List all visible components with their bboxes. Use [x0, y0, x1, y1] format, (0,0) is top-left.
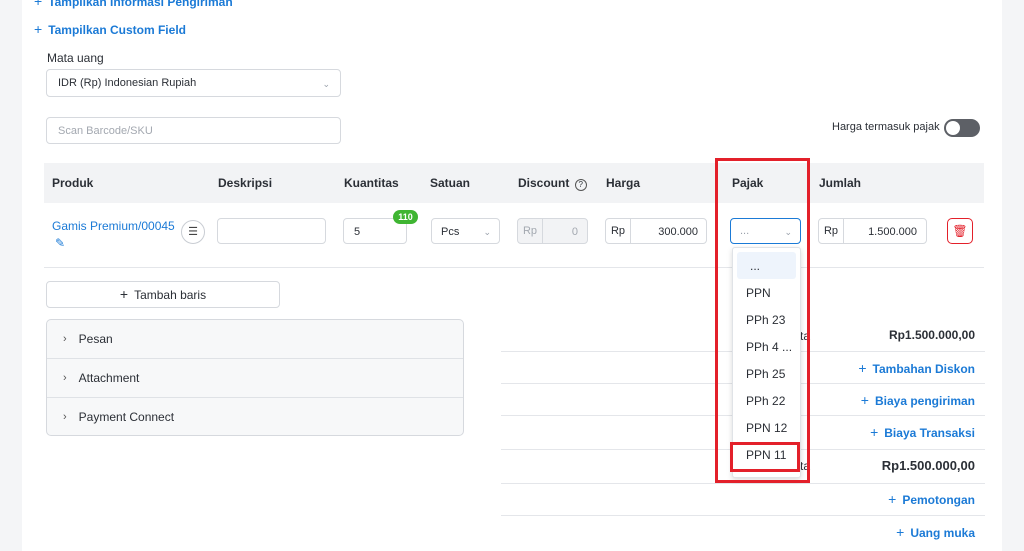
accordion-attachment[interactable]: › Attachment — [47, 359, 463, 398]
plus-icon: + — [119, 286, 129, 302]
chevron-right-icon: › — [63, 411, 67, 423]
tax-column-highlight — [715, 158, 810, 483]
total-value: Rp1.500.000,00 — [881, 458, 975, 473]
price-includes-tax-label: Harga termasuk pajak — [832, 121, 940, 133]
description-input[interactable] — [217, 218, 326, 244]
show-shipping-info-link[interactable]: + Tampilkan Informasi Pengiriman — [34, 0, 233, 9]
stock-badge: 110 — [393, 210, 418, 224]
plus-icon: + — [870, 424, 879, 440]
col-discount: Discount ? — [518, 176, 587, 191]
plus-icon: + — [896, 524, 905, 540]
shipping-cost-link[interactable]: + Biaya pengiriman — [861, 392, 975, 408]
product-link[interactable]: Gamis Premium/00045 — [52, 219, 175, 233]
price-currency-prefix: Rp — [606, 219, 631, 243]
col-description: Deskripsi — [218, 176, 273, 190]
chevron-right-icon: › — [63, 372, 67, 384]
col-amount: Jumlah — [819, 176, 862, 190]
accordion-pesan[interactable]: › Pesan — [47, 320, 463, 359]
col-quantity: Kuantitas — [344, 176, 399, 190]
chevron-down-icon: ⌄ — [483, 227, 491, 237]
unit-value: Pcs — [441, 226, 460, 238]
col-product: Produk — [52, 176, 94, 190]
transaction-cost-link[interactable]: + Biaya Transaksi — [870, 424, 975, 440]
row-divider — [44, 267, 984, 268]
discount-currency-prefix: Rp — [518, 219, 543, 243]
discount-value: 0 — [571, 226, 578, 238]
ppn11-highlight — [730, 442, 800, 472]
add-discount-link[interactable]: + Tambahan Diskon — [858, 360, 975, 376]
invoice-form-card: + Tampilkan Informasi Pengiriman + Tampilk… — [22, 0, 1002, 551]
plus-icon: + — [860, 392, 869, 408]
scan-barcode-input[interactable]: Scan Barcode/SKU — [46, 117, 341, 144]
plus-icon: + — [858, 360, 867, 376]
subtotal-value: Rp1.500.000,00 — [888, 328, 975, 342]
quantity-value: 5 — [354, 226, 361, 238]
amount-input[interactable]: Rp 1.500.000 — [818, 218, 927, 244]
show-custom-field-link[interactable]: + Tampilkan Custom Field — [34, 21, 186, 37]
currency-value: IDR (Rp) Indonesian Rupiah — [58, 77, 197, 89]
amount-value: 1.500.000 — [868, 226, 917, 238]
discount-input[interactable]: Rp 0 — [517, 218, 588, 244]
add-row-button[interactable]: + Tambah baris — [46, 281, 280, 308]
price-input[interactable]: Rp 300.000 — [605, 218, 707, 244]
plus-icon: + — [888, 491, 897, 507]
amount-currency-prefix: Rp — [819, 219, 844, 243]
down-payment-link[interactable]: + Uang muka — [896, 524, 975, 540]
accordion-panel: › Pesan › Attachment › Payment Connect — [46, 319, 464, 436]
edit-pencil-icon[interactable]: ✎ — [55, 236, 65, 250]
help-icon[interactable]: ? — [574, 179, 587, 191]
summary-divider — [501, 514, 985, 516]
chevron-down-icon: ⌄ — [322, 79, 330, 89]
accordion-payment-connect[interactable]: › Payment Connect — [47, 398, 463, 435]
list-icon[interactable]: ☰ — [181, 220, 205, 244]
col-unit: Satuan — [430, 176, 471, 190]
scan-placeholder: Scan Barcode/SKU — [58, 125, 153, 137]
toggle-knob — [946, 121, 960, 135]
unit-select[interactable]: Pcs ⌄ — [431, 218, 500, 244]
delete-row-icon[interactable]: 🗑 — [947, 218, 973, 244]
col-price: Harga — [606, 176, 641, 190]
currency-label: Mata uang — [47, 51, 104, 65]
price-includes-tax-toggle[interactable] — [944, 119, 980, 137]
plus-icon: + — [34, 0, 43, 9]
price-value: 300.000 — [658, 226, 698, 238]
currency-select[interactable]: IDR (Rp) Indonesian Rupiah ⌄ — [46, 69, 341, 97]
deduction-link[interactable]: + Pemotongan — [888, 491, 975, 507]
plus-icon: + — [34, 21, 43, 37]
chevron-right-icon: › — [63, 333, 67, 345]
